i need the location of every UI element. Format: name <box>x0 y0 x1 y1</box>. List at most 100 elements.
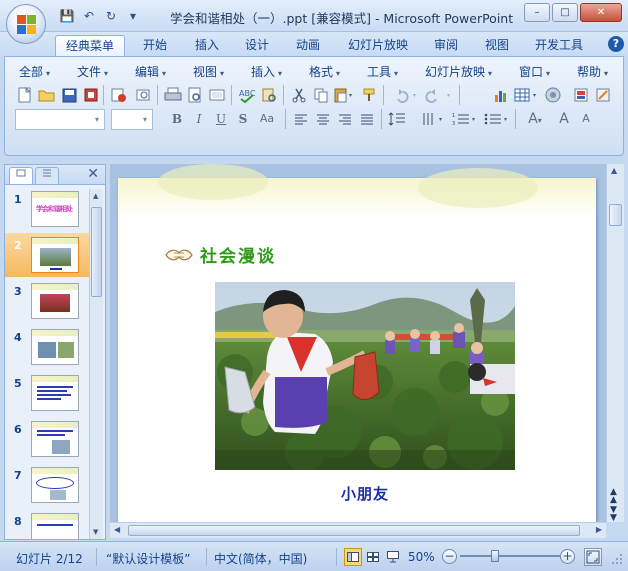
tab-insert[interactable]: 插入 <box>184 35 230 56</box>
zoom-slider-thumb[interactable] <box>491 550 499 562</box>
save-icon[interactable]: 💾 <box>58 7 76 25</box>
language-status[interactable]: 中文(简体，中国) <box>214 550 307 567</box>
minimize-button[interactable]: – <box>524 3 550 22</box>
scroll-up-icon[interactable]: ▲ <box>611 166 617 175</box>
menu-all[interactable]: 全部 ▾ <box>19 63 50 80</box>
slide-thumbnail-7[interactable]: 7 <box>5 463 91 507</box>
open-icon[interactable] <box>37 85 57 105</box>
research-icon[interactable] <box>259 85 279 105</box>
menu-view[interactable]: 视图 ▾ <box>193 63 224 80</box>
maximize-button[interactable]: □ <box>552 3 578 22</box>
spelling-icon[interactable]: ABC <box>237 85 257 105</box>
bold-button[interactable]: B <box>167 109 187 129</box>
grow-font-button[interactable]: A <box>553 109 575 129</box>
menu-tools[interactable]: 工具 ▾ <box>367 63 398 80</box>
scroll-thumb[interactable] <box>128 525 580 536</box>
shadow-button[interactable]: S <box>233 109 253 129</box>
redo-icon[interactable] <box>423 85 455 105</box>
menu-window[interactable]: 窗口 ▾ <box>519 63 550 80</box>
scroll-left-icon[interactable]: ◀ <box>114 525 120 534</box>
slide-thumbnail-1[interactable]: 1 学会和谐相处 <box>5 187 91 231</box>
fit-to-window-icon[interactable] <box>584 548 602 566</box>
bullets-icon[interactable] <box>483 109 511 129</box>
slide-thumbnail-6[interactable]: 6 <box>5 417 91 461</box>
tab-home[interactable]: 开始 <box>132 35 178 56</box>
menu-format[interactable]: 格式 ▾ <box>309 63 340 80</box>
align-center-icon[interactable] <box>313 109 333 129</box>
chart-icon[interactable] <box>491 85 511 105</box>
align-left-icon[interactable] <box>291 109 311 129</box>
next-slide-icon[interactable]: ▼ ▼ <box>610 506 617 523</box>
shrink-font-button[interactable]: A <box>577 109 595 129</box>
line-spacing-icon[interactable] <box>387 109 415 129</box>
help-icon[interactable]: ? <box>608 36 624 52</box>
close-panel-icon[interactable]: ✕ <box>87 166 99 182</box>
menu-slideshow[interactable]: 幻灯片放映 ▾ <box>425 63 492 80</box>
scroll-thumb[interactable] <box>609 204 622 226</box>
close-button[interactable]: ✕ <box>580 3 622 22</box>
cut-icon[interactable] <box>289 85 309 105</box>
tab-view[interactable]: 视图 <box>474 35 520 56</box>
tab-animation[interactable]: 动画 <box>285 35 331 56</box>
undo-icon[interactable] <box>389 85 421 105</box>
new-icon[interactable] <box>15 85 35 105</box>
table-icon[interactable] <box>513 85 541 105</box>
undo-icon[interactable]: ↶ <box>80 7 98 25</box>
align-right-icon[interactable] <box>335 109 355 129</box>
zoom-level[interactable]: 50% <box>408 550 435 564</box>
numbering-icon[interactable]: 13 <box>451 109 479 129</box>
zoom-in-button[interactable]: + <box>560 549 575 564</box>
format-painter-icon[interactable] <box>359 85 379 105</box>
scroll-down-icon[interactable]: ▼ <box>93 528 98 536</box>
slide-horizontal-scrollbar[interactable]: ◀ ▶ <box>110 522 606 538</box>
slide-thumbnail-4[interactable]: 4 <box>5 325 91 369</box>
font-size-combo[interactable]: ▾ <box>111 109 153 130</box>
previous-slide-icon[interactable]: ▲ ▲ <box>610 488 617 505</box>
page-setup-icon[interactable] <box>207 85 227 105</box>
insert-picture-icon[interactable] <box>543 85 563 105</box>
print-preview-icon[interactable] <box>133 85 153 105</box>
tab-classic-menu[interactable]: 经典菜单 <box>55 35 125 56</box>
tab-design[interactable]: 设计 <box>234 35 280 56</box>
font-color-button[interactable]: A▾ <box>521 109 549 129</box>
slide-vertical-scrollbar[interactable]: ▲ ▲ ▲ ▼ ▼ <box>606 164 624 523</box>
justify-icon[interactable] <box>357 109 377 129</box>
scroll-thumb[interactable] <box>91 207 102 297</box>
underline-button[interactable]: U <box>211 109 231 129</box>
customize-icon[interactable]: ▾ <box>124 7 142 25</box>
italic-button[interactable]: I <box>189 109 209 129</box>
slide-canvas[interactable]: 社会漫谈 小朋友 <box>118 164 596 522</box>
menu-insert[interactable]: 插入 ▾ <box>251 63 282 80</box>
text-direction-icon[interactable] <box>419 109 447 129</box>
preview-icon[interactable] <box>185 85 205 105</box>
resize-grip-icon[interactable] <box>610 552 624 566</box>
print-icon[interactable] <box>163 85 183 105</box>
slide-thumbnail-8[interactable]: 8 <box>5 509 91 539</box>
slide-thumbnail-3[interactable]: 3 <box>5 279 91 323</box>
slides-tab[interactable] <box>9 167 33 184</box>
permission-icon[interactable] <box>81 85 101 105</box>
email-icon[interactable] <box>109 85 129 105</box>
tab-slideshow[interactable]: 幻灯片放映 <box>340 35 416 56</box>
copy-icon[interactable] <box>311 85 331 105</box>
tab-developer[interactable]: 开发工具 <box>527 35 591 56</box>
menu-file[interactable]: 文件 ▾ <box>77 63 108 80</box>
normal-view-icon[interactable] <box>344 548 362 566</box>
menu-help[interactable]: 帮助 ▾ <box>577 63 608 80</box>
office-button[interactable] <box>6 4 46 44</box>
outline-tab[interactable] <box>35 167 59 184</box>
scroll-up-icon[interactable]: ▲ <box>93 192 98 200</box>
tab-review[interactable]: 审阅 <box>423 35 469 56</box>
zoom-icon[interactable] <box>593 85 613 105</box>
slideshow-view-icon[interactable] <box>384 548 402 566</box>
redo-icon[interactable]: ↻ <box>102 7 120 25</box>
menu-edit[interactable]: 编辑 ▾ <box>135 63 166 80</box>
paste-icon[interactable] <box>333 85 353 105</box>
slide-sorter-icon[interactable] <box>364 548 382 566</box>
slide-thumbnail-5[interactable]: 5 <box>5 371 91 415</box>
color-icon[interactable] <box>571 85 591 105</box>
change-case-button[interactable]: Aa <box>255 109 279 129</box>
zoom-slider[interactable] <box>460 550 560 562</box>
save-icon[interactable] <box>59 85 79 105</box>
zoom-out-button[interactable]: − <box>442 549 457 564</box>
